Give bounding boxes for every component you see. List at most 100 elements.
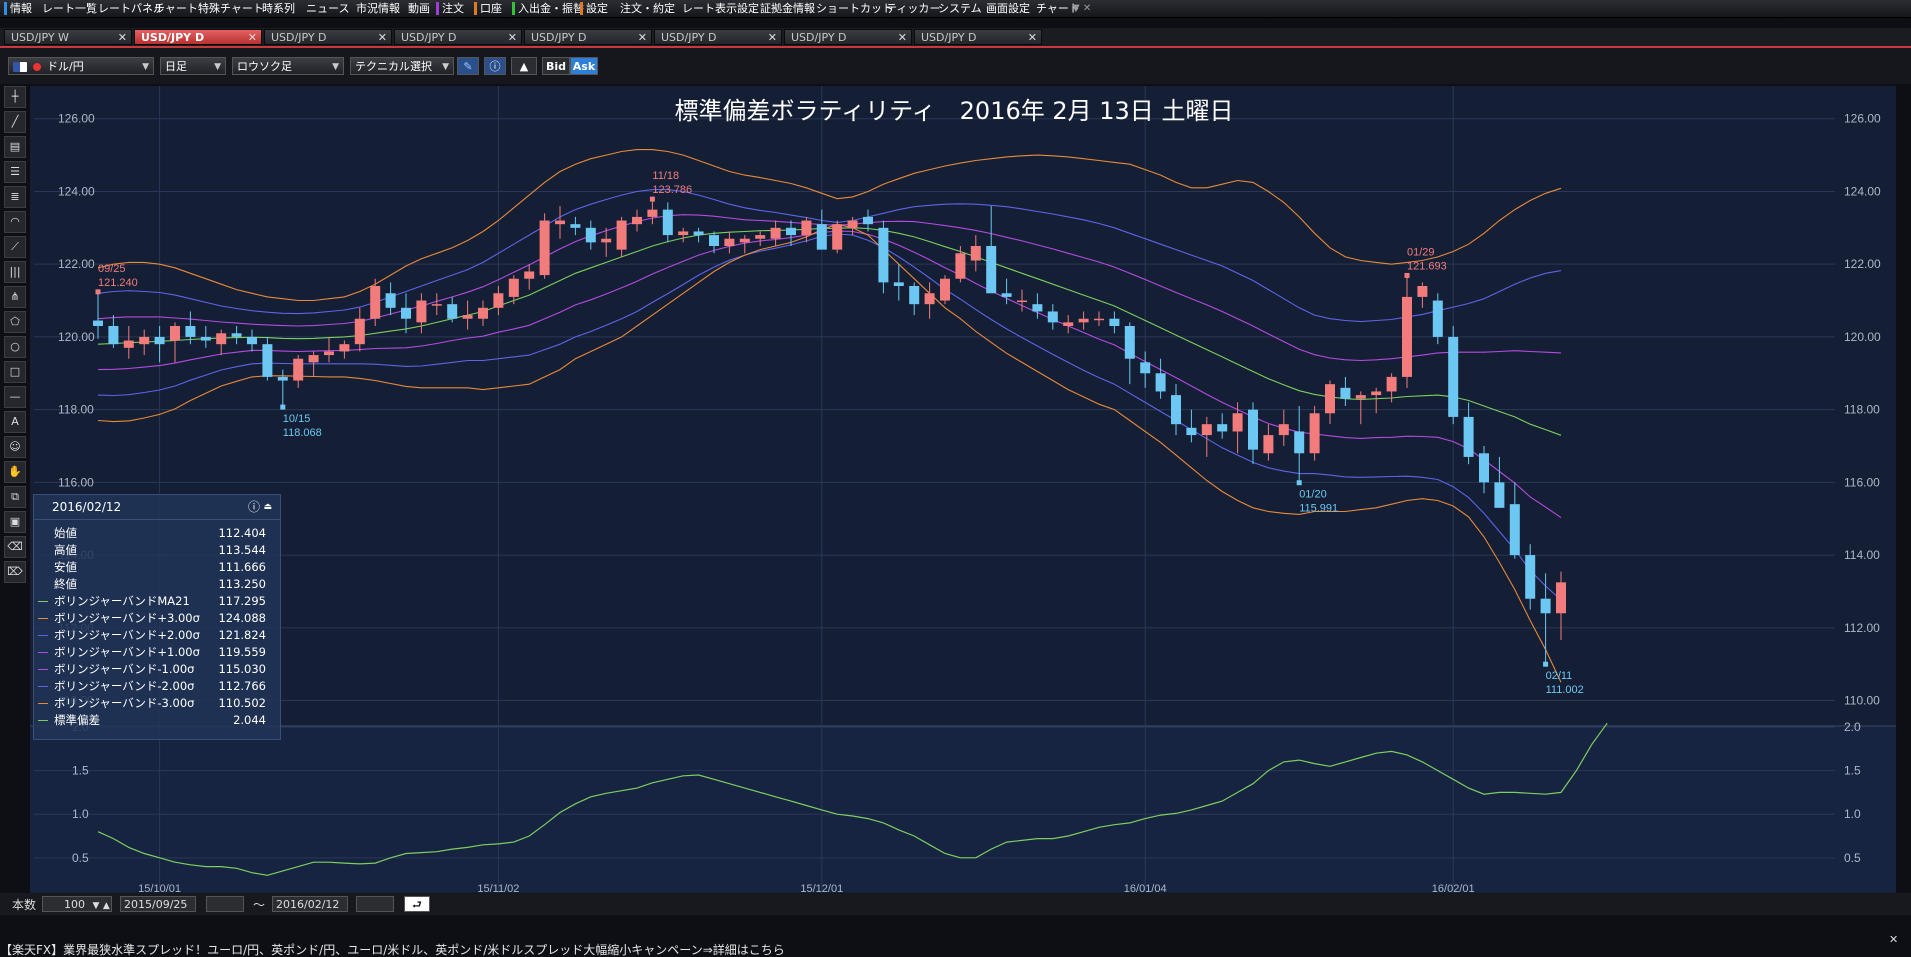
candle-body bbox=[1278, 424, 1289, 436]
tab-chart-3[interactable]: USD/JPY D ✕ bbox=[394, 29, 522, 45]
price-tick-label-left: 120.00 bbox=[58, 330, 95, 344]
fan-icon[interactable]: ⟋ bbox=[4, 236, 26, 258]
tab-chart-7[interactable]: USD/JPY D ✕ bbox=[914, 29, 1042, 45]
info-row: ボリンジャーバンド-1.00σ 115.030 bbox=[34, 661, 280, 677]
from-date-field[interactable]: 2015/09/25 bbox=[120, 896, 196, 912]
candle-body bbox=[585, 227, 596, 243]
tab-chart-0[interactable]: USD/JPY W ✕ bbox=[4, 29, 132, 45]
info-row-value: 113.250 bbox=[218, 577, 266, 591]
vertical-lines-icon[interactable]: ||| bbox=[4, 261, 26, 283]
tab-close-icon[interactable]: ✕ bbox=[898, 30, 907, 46]
eraser-icon[interactable]: ⌫ bbox=[4, 536, 26, 558]
count-input[interactable]: 100 ▼ ▲ bbox=[42, 896, 112, 912]
pentagon-icon[interactable]: ⬠ bbox=[4, 311, 26, 333]
candle-body bbox=[1525, 555, 1536, 599]
trendline-icon[interactable]: ╱ bbox=[4, 111, 26, 133]
bid-button[interactable]: Bid bbox=[542, 57, 570, 75]
rectangle-icon[interactable]: □ bbox=[4, 361, 26, 383]
technical-select[interactable]: テクニカル選択 ▼ bbox=[350, 57, 454, 75]
info-row-name: 終値 bbox=[54, 577, 77, 591]
menu-item-15[interactable]: 証拠金情報 bbox=[754, 0, 815, 17]
eraser-all-icon[interactable]: ⌦ bbox=[4, 561, 26, 583]
menu-item-9[interactable]: 注文 bbox=[436, 0, 464, 17]
from-time-field[interactable] bbox=[206, 896, 244, 912]
news-ticker[interactable]: 【楽天FX】業界最狭水準スプレッド！ユーロ/円、英ポンド/円、ユーロ/米ドル、英… bbox=[0, 935, 1911, 957]
menu-item-18[interactable]: システム bbox=[932, 0, 982, 17]
tab-close-icon[interactable]: ✕ bbox=[378, 30, 387, 46]
tab-chart-2[interactable]: USD/JPY D ✕ bbox=[264, 29, 392, 45]
info-icon[interactable]: ⓘ bbox=[484, 57, 506, 75]
extreme-marker bbox=[280, 404, 286, 410]
price-tick-label-left: 116.00 bbox=[58, 475, 94, 489]
info-icon[interactable]: ⓘ bbox=[248, 495, 260, 519]
period-select[interactable]: 日足 ▼ bbox=[160, 57, 226, 75]
horizontal-lines-icon[interactable]: ☰ bbox=[4, 161, 26, 183]
candle-body bbox=[647, 209, 658, 217]
menu-item-10[interactable]: 口座 bbox=[474, 0, 502, 17]
tab-chart-4[interactable]: USD/JPY D ✕ bbox=[524, 29, 652, 45]
menu-item-12[interactable]: 設定 bbox=[580, 0, 608, 17]
ask-button[interactable]: Ask bbox=[570, 57, 598, 75]
ticker-close-icon[interactable]: ✕ bbox=[1889, 933, 1898, 946]
tab-close-icon[interactable]: ✕ bbox=[768, 30, 777, 46]
chart-type-select[interactable]: ロウソク足 ▼ bbox=[232, 57, 344, 75]
menu-item-4[interactable]: 特殊チャート bbox=[192, 0, 264, 17]
menu-item-7[interactable]: 市況情報 bbox=[350, 0, 400, 17]
menu-item-19[interactable]: 画面設定 bbox=[980, 0, 1030, 17]
info-row: ボリンジャーバンド+1.00σ 119.559 bbox=[34, 644, 280, 660]
menu-item-11[interactable]: 入出金・振替 bbox=[512, 0, 584, 17]
pitchfork-icon[interactable]: ⋔ bbox=[4, 286, 26, 308]
refresh-icon[interactable]: ⮐ bbox=[404, 896, 430, 912]
hline-icon[interactable]: — bbox=[4, 386, 26, 408]
tab-chart-5[interactable]: USD/JPY D ✕ bbox=[654, 29, 782, 45]
menu-item-1[interactable]: レート一覧 bbox=[36, 0, 97, 17]
stepper-up-icon[interactable]: ▲ bbox=[103, 901, 110, 911]
tab-close-icon[interactable]: ✕ bbox=[1028, 30, 1037, 46]
chevron-down-icon: ▼ bbox=[332, 62, 339, 72]
chart-area[interactable]: 126.00 126.00 124.00 124.00 122.00 122.00 120.… bbox=[30, 86, 1896, 895]
candle-body bbox=[1417, 286, 1428, 297]
series-color-swatch bbox=[38, 686, 48, 687]
menu-item-6[interactable]: ニュース bbox=[300, 0, 349, 17]
menu-item-5[interactable]: 時系列 bbox=[256, 0, 295, 17]
menu-item-0[interactable]: 情報 bbox=[4, 0, 32, 17]
menu-item-8[interactable]: 動画 bbox=[402, 0, 430, 17]
price-tick-label-right: 112.00 bbox=[1844, 621, 1880, 635]
paste-icon[interactable]: ▣ bbox=[4, 511, 26, 533]
circle-icon[interactable]: ○ bbox=[4, 336, 26, 358]
stepper-down-icon[interactable]: ▼ bbox=[93, 901, 100, 911]
tab-close-icon[interactable]: ✕ bbox=[638, 30, 647, 46]
tab-chart-6[interactable]: USD/JPY D ✕ bbox=[784, 29, 912, 45]
tab-close-icon[interactable]: ✕ bbox=[508, 30, 517, 46]
candle-body bbox=[693, 231, 704, 236]
tab-close-icon[interactable]: ✕ bbox=[248, 30, 257, 46]
currency-pair-select[interactable]: ドル/円 ▼ bbox=[8, 57, 154, 75]
smiley-icon[interactable]: ☺ bbox=[4, 436, 26, 458]
info-row-name: ボリンジャーバンド+1.00σ bbox=[54, 645, 200, 659]
menu-item-3[interactable]: チャート bbox=[148, 0, 198, 17]
tab-close-icon[interactable]: ✕ bbox=[118, 30, 127, 46]
pencil-icon[interactable]: ✎ bbox=[457, 57, 479, 75]
text-icon[interactable]: A bbox=[4, 411, 26, 433]
menu-more-icon[interactable]: ▼ ✕ bbox=[1072, 0, 1091, 17]
crosshair-icon[interactable]: ┼ bbox=[4, 86, 26, 108]
candle-body bbox=[878, 227, 889, 283]
area-chart-icon[interactable]: ▲ bbox=[511, 57, 537, 75]
candle-body bbox=[601, 238, 612, 243]
ruler-icon[interactable]: ▤ bbox=[4, 136, 26, 158]
candle-body bbox=[832, 224, 843, 250]
arc-icon[interactable]: ◠ bbox=[4, 211, 26, 233]
eject-icon[interactable]: ⏏ bbox=[263, 495, 272, 519]
price-chart-svg[interactable]: 126.00 126.00 124.00 124.00 122.00 122.00 120.… bbox=[30, 86, 1896, 895]
candle-body bbox=[1186, 427, 1197, 436]
candle-body bbox=[1402, 296, 1412, 377]
to-date-field[interactable]: 2016/02/12 bbox=[272, 896, 348, 912]
to-time-field[interactable] bbox=[356, 896, 394, 912]
copy-icon[interactable]: ⧉ bbox=[4, 486, 26, 508]
drag-icon[interactable]: ✋ bbox=[4, 461, 26, 483]
menu-item-14[interactable]: レート表示設定 bbox=[676, 0, 759, 17]
menu-item-13[interactable]: 注文・約定 bbox=[614, 0, 675, 17]
fibonacci-icon[interactable]: ≣ bbox=[4, 186, 26, 208]
menu-item-label: 注文 bbox=[442, 2, 464, 15]
tab-chart-1[interactable]: USD/JPY D ✕ bbox=[134, 29, 262, 45]
